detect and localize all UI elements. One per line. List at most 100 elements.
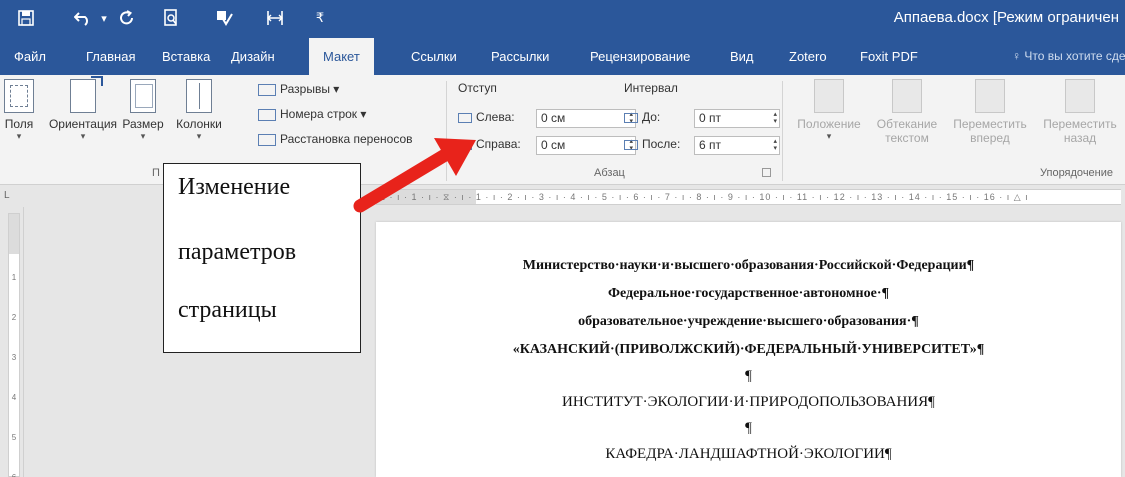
vertical-ruler-track: 1 2 3 4 5 6: [8, 213, 20, 477]
doc-line: «КАЗАНСКИЙ·(ПРИВОЛЖСКИЙ)·ФЕДЕРАЛЬНЫЙ·УНИ…: [512, 342, 985, 357]
tab-file[interactable]: Файл: [14, 38, 46, 75]
spacing-before-icon: [624, 112, 638, 123]
callout-line: страницы: [178, 297, 277, 323]
indent-right-input[interactable]: 0 см ▴ ▾: [536, 136, 636, 155]
vruler-tick: 2: [11, 313, 17, 322]
tab-view[interactable]: Вид: [730, 38, 754, 75]
arrange-group-label: Упорядочение: [1040, 167, 1113, 179]
doc-line: КАФЕДРА·ЛАНДШАФТНОЙ·ЭКОЛОГИИ¶: [605, 446, 892, 462]
undo-dropdown-icon[interactable]: ▾: [98, 6, 110, 30]
columns-label: Колонки: [176, 117, 222, 131]
tab-layout[interactable]: Макет: [309, 38, 374, 75]
tab-references[interactable]: Ссылки: [411, 38, 457, 75]
spacing-before-value: 0 пт: [699, 111, 722, 125]
save-icon-svg: [18, 10, 34, 26]
vertical-ruler[interactable]: 1 2 3 4 5 6: [0, 207, 24, 477]
doc-line: образовательное·учреждение·высшего·образ…: [578, 314, 919, 329]
hyphenation-icon: [258, 133, 276, 146]
indent-left-icon: [458, 112, 472, 123]
margins-button[interactable]: Поля ▾: [2, 79, 36, 141]
columns-icon: [186, 79, 212, 113]
breaks-label: Разрывы: [280, 82, 330, 96]
spelling-icon-svg: [217, 11, 233, 26]
send-backward-button[interactable]: Переместить назад: [1036, 79, 1124, 145]
size-button[interactable]: Размер ▾: [118, 79, 168, 141]
spacing-after-input[interactable]: 6 пт ▴ ▾: [694, 136, 780, 155]
wrap-text-icon: [892, 79, 922, 113]
annotation-callout: Изменение параметров страницы: [163, 163, 361, 353]
indent-left-value: 0 см: [541, 111, 566, 125]
vruler-tick: 6: [9, 458, 19, 477]
dialog-launcher-icon[interactable]: [762, 168, 771, 177]
vruler-tick: 4: [11, 393, 17, 402]
vertical-ruler-shade: [9, 214, 19, 254]
redo-icon-svg: [120, 10, 133, 25]
spacing-after-icon: [624, 139, 638, 150]
orientation-button[interactable]: Ориентация ▾: [48, 76, 118, 141]
doc-line: ¶: [745, 368, 752, 384]
chevron-down-icon: ▾: [826, 131, 832, 141]
callout-line: Изменение: [178, 174, 291, 200]
group-separator: [782, 81, 783, 181]
print-preview-icon[interactable]: [160, 6, 182, 30]
document-page[interactable]: Министерство·науки·и·высшего·образования…: [376, 222, 1121, 477]
customize-qat-icon[interactable]: ₹: [312, 6, 328, 30]
tab-design[interactable]: Дизайн: [231, 38, 275, 75]
breaks-button[interactable]: Разрывы ▾: [258, 79, 339, 99]
layout-icon[interactable]: [264, 6, 286, 30]
tab-zotero[interactable]: Zotero: [789, 38, 827, 75]
document-title: Аппаева.docx [Режим ограничен: [893, 9, 1119, 26]
vruler-tick: 5: [11, 433, 17, 442]
tab-mailings[interactable]: Рассылки: [491, 38, 549, 75]
redo-icon[interactable]: [116, 6, 138, 30]
undo-icon[interactable]: [70, 6, 96, 30]
bring-forward-label-2: вперед: [970, 131, 1010, 145]
spacing-before-input[interactable]: 0 пт ▴ ▾: [694, 109, 780, 128]
spacing-before-text: До:: [642, 110, 661, 124]
lightbulb-icon: ♀: [1012, 49, 1021, 63]
margins-label: Поля: [4, 117, 34, 131]
spinner-icon[interactable]: ▴ ▾: [773, 138, 777, 152]
spelling-icon[interactable]: [213, 6, 235, 30]
chevron-down-icon: ▾: [357, 107, 367, 121]
layout-icon-svg: [267, 11, 283, 25]
bring-forward-label-1: Переместить: [953, 117, 1027, 131]
spacing-after-text: После:: [642, 137, 681, 151]
title-bar: ▾ ₹ Аппаева.docx [Режим ограничен: [0, 0, 1125, 38]
bring-forward-icon: [975, 79, 1005, 113]
chevron-down-icon: ▾: [329, 82, 340, 96]
doc-line: ИНСТИТУТ·ЭКОЛОГИИ·И·ПРИРОДОПОЛЬЗОВАНИЯ¶: [562, 394, 935, 410]
send-backward-icon: [1065, 79, 1095, 113]
save-icon[interactable]: [14, 6, 38, 30]
line-numbers-button[interactable]: Номера строк ▾: [258, 104, 366, 124]
chevron-down-icon: ▾: [196, 131, 202, 141]
breaks-icon: [258, 83, 276, 96]
indent-right-value: 0 см: [541, 138, 566, 152]
doc-line: Федеральное·государственное·автономное·¶: [607, 286, 890, 301]
position-button[interactable]: Положение ▾: [790, 79, 868, 141]
tab-review[interactable]: Рецензирование: [590, 38, 690, 75]
spacing-after-label: После:: [624, 137, 680, 151]
wrap-text-label-2: текстом: [885, 131, 929, 145]
send-backward-label-1: Переместить: [1043, 117, 1117, 131]
tab-insert[interactable]: Вставка: [162, 38, 210, 75]
tab-foxit-pdf[interactable]: Foxit PDF: [860, 38, 918, 75]
tab-home[interactable]: Главная: [86, 38, 135, 75]
page-setup-group-label: П: [152, 167, 160, 179]
line-numbers-icon: [258, 108, 276, 121]
columns-button[interactable]: Колонки ▾: [170, 79, 228, 141]
size-icon: [130, 79, 156, 113]
indent-left-input[interactable]: 0 см ▴ ▾: [536, 109, 636, 128]
wrap-text-label-1: Обтекание: [876, 117, 938, 131]
wrap-text-button[interactable]: Обтекание текстом: [868, 79, 946, 145]
spinner-icon[interactable]: ▴ ▾: [773, 111, 777, 125]
tell-me-box[interactable]: ♀ Что вы хотите сделать?: [1012, 38, 1125, 75]
spacing-before-label: До:: [624, 110, 660, 124]
bring-forward-button[interactable]: Переместить вперед: [946, 79, 1034, 145]
orientation-label: Ориентация: [48, 117, 118, 131]
tab-selector-icon[interactable]: L: [4, 190, 18, 204]
position-icon: [814, 79, 844, 113]
vruler-tick: 1: [11, 273, 17, 282]
margins-icon: [4, 79, 34, 113]
print-preview-icon-svg: [164, 9, 177, 26]
